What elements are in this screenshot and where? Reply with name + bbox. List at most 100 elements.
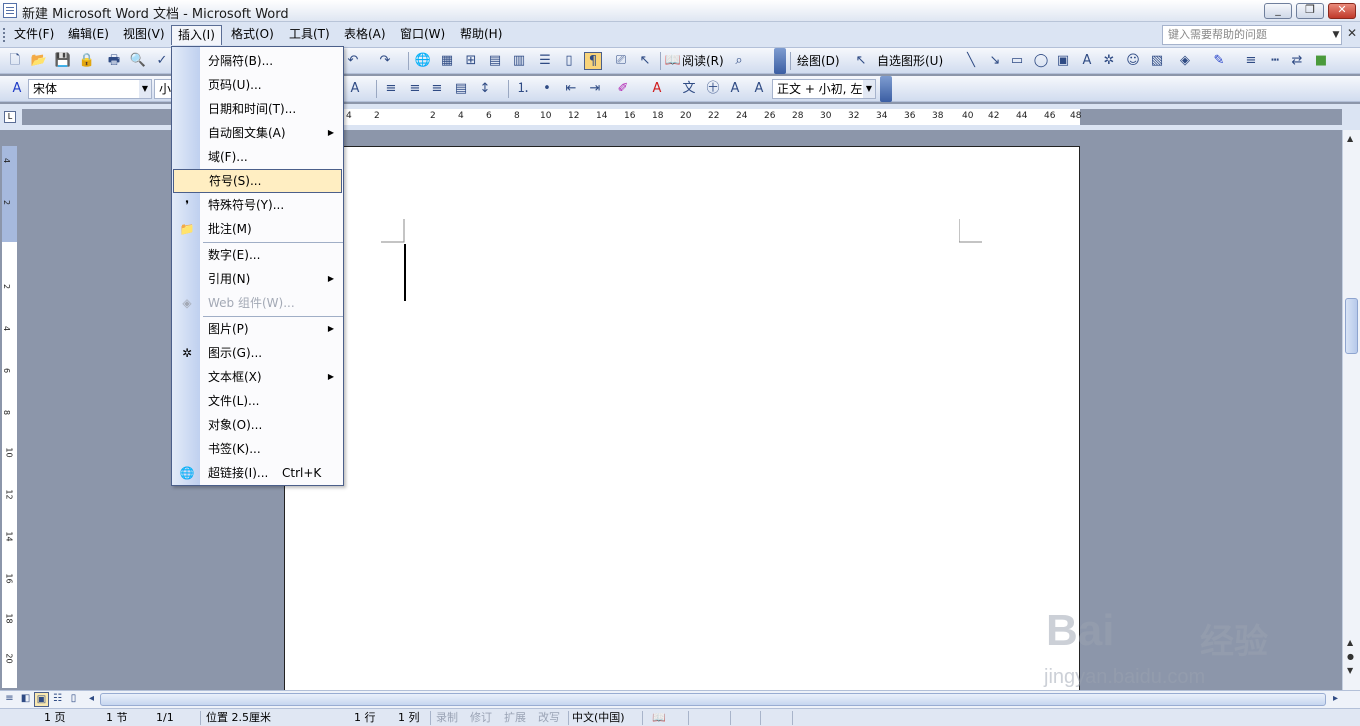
insert-menu-item[interactable]: 自动图文集(A) ▶ <box>173 121 342 145</box>
scroll-up-icon[interactable]: ▲ <box>1347 638 1353 647</box>
grow-font-icon[interactable]: A <box>726 80 744 98</box>
toolbar-options-icon[interactable] <box>774 48 786 74</box>
chevron-down-icon[interactable]: ▼ <box>863 80 875 98</box>
status-track[interactable]: 修订 <box>470 711 492 725</box>
menu-help[interactable]: 帮助(H) <box>454 25 508 45</box>
wordart-icon[interactable]: A <box>1078 52 1096 70</box>
vertical-scrollbar[interactable]: ▲ ▲ ● ▼ <box>1342 130 1360 690</box>
status-record[interactable]: 录制 <box>436 711 458 725</box>
insert-menu-item[interactable]: 分隔符(B)... <box>173 49 342 73</box>
justify-icon[interactable]: ▤ <box>452 80 470 98</box>
document-page[interactable] <box>284 146 1080 706</box>
insert-menu-item[interactable]: 符号(S)... <box>173 169 342 193</box>
doc-close-icon[interactable]: ✕ <box>1347 26 1357 40</box>
menu-window[interactable]: 窗口(W) <box>394 25 451 45</box>
open-icon[interactable]: 📂 <box>30 52 48 70</box>
phonetic-guide-icon[interactable]: 文 <box>680 80 698 98</box>
insert-hyperlink-icon[interactable]: 🌐 <box>414 52 432 70</box>
insert-menu-item[interactable]: 文件(L)... <box>173 389 342 413</box>
zoom-icon[interactable]: ⎚ <box>612 52 630 70</box>
insert-menu-item[interactable]: 文本框(X) ▶ <box>173 365 342 389</box>
fill-color-icon[interactable]: ◈ <box>1176 52 1194 70</box>
insert-menu-item[interactable]: 📁 批注(M) <box>173 217 342 241</box>
styles-icon[interactable]: A <box>8 80 26 98</box>
tables-borders-icon[interactable]: ▦ <box>438 52 456 70</box>
oval-tool-icon[interactable]: ◯ <box>1032 52 1050 70</box>
insert-menu-item[interactable]: 对象(O)... <box>173 413 342 437</box>
numbering-icon[interactable]: ⒈ <box>514 80 532 98</box>
dash-style-icon[interactable]: ┅ <box>1266 52 1284 70</box>
style-combo[interactable]: 正文 + 小初, 左, ▼ <box>772 79 876 99</box>
read-button-label[interactable]: 阅读(R) <box>682 53 724 69</box>
align-center-icon[interactable]: ≡ <box>406 80 424 98</box>
insert-menu-item[interactable]: 引用(N) ▶ <box>173 267 342 291</box>
browse-object-icon[interactable]: ● <box>1347 652 1354 661</box>
help-pointer-icon[interactable]: ↖ <box>636 52 654 70</box>
menu-table[interactable]: 表格(A) <box>338 25 392 45</box>
read-mode-icon[interactable]: 📖 <box>664 52 682 70</box>
insert-picture-icon[interactable]: ▧ <box>1148 52 1166 70</box>
insert-table-icon[interactable]: ⊞ <box>462 52 480 70</box>
insert-menu-item[interactable]: 页码(U)... <box>173 73 342 97</box>
web-view-icon[interactable]: ◧ <box>18 692 33 707</box>
normal-view-icon[interactable]: ≡ <box>2 692 17 707</box>
font-name-combo[interactable]: 宋体 ▼ <box>28 79 152 99</box>
menu-file[interactable]: 文件(F) <box>8 25 60 45</box>
insert-menu-item[interactable]: 数字(E)... <box>173 243 342 267</box>
menu-view[interactable]: 视图(V) <box>117 25 171 45</box>
reading-view-icon[interactable]: ▯ <box>66 692 81 707</box>
textbox-tool-icon[interactable]: ▣ <box>1054 52 1072 70</box>
rectangle-tool-icon[interactable]: ▭ <box>1008 52 1026 70</box>
clipart-icon[interactable]: ☺ <box>1124 52 1142 70</box>
shrink-font-icon[interactable]: A <box>750 80 768 98</box>
menubar-grip[interactable] <box>3 28 5 42</box>
drawing-toggle-icon[interactable]: ☰ <box>536 52 554 70</box>
font-color-icon[interactable]: A <box>648 80 666 98</box>
highlight-icon[interactable]: ✐ <box>614 80 632 98</box>
character-scale-icon[interactable]: A <box>346 80 364 98</box>
spelling-status-icon[interactable]: 📖 <box>652 711 666 725</box>
draw-menu-button[interactable]: 绘图(D) <box>797 53 840 69</box>
line-color-icon[interactable]: ✎ <box>1210 52 1228 70</box>
bullets-icon[interactable]: • <box>538 80 556 98</box>
scroll-down-icon[interactable]: ▼ <box>1347 666 1353 675</box>
minimize-button[interactable]: _ <box>1264 3 1292 19</box>
show-hide-icon[interactable]: ¶ <box>584 52 602 70</box>
spelling-icon[interactable]: ✓ <box>153 52 171 70</box>
autoshapes-button[interactable]: 自选图形(U) <box>877 53 943 69</box>
vertical-ruler[interactable]: 4 2 2 4 6 8 10 12 14 16 18 20 <box>2 146 17 688</box>
undo-icon[interactable]: ↶ <box>344 52 362 70</box>
horizontal-scroll-thumb[interactable] <box>100 693 1326 706</box>
columns-icon[interactable]: ▥ <box>510 52 528 70</box>
enclose-character-icon[interactable]: ㊉ <box>704 80 722 98</box>
select-objects-icon[interactable]: ↖ <box>852 52 870 70</box>
save-icon[interactable]: 💾 <box>54 52 72 70</box>
arrow-style-icon[interactable]: ⇄ <box>1288 52 1306 70</box>
redo-icon[interactable]: ↷ <box>376 52 394 70</box>
research-icon[interactable]: ⌕ <box>730 52 748 70</box>
insert-menu-item[interactable]: ❜ 特殊符号(Y)... <box>173 193 342 217</box>
align-left-icon[interactable]: ≡ <box>382 80 400 98</box>
new-document-icon[interactable]: 🗋 <box>6 52 24 70</box>
scroll-up-icon[interactable]: ▲ <box>1347 134 1353 143</box>
insert-menu-item[interactable]: 🌐 超链接(I)... Ctrl+K <box>173 461 342 485</box>
permission-icon[interactable]: 🔒 <box>78 52 96 70</box>
print-icon[interactable]: 🖶 <box>105 52 123 70</box>
increase-indent-icon[interactable]: ⇥ <box>586 80 604 98</box>
insert-menu-item[interactable]: 日期和时间(T)... <box>173 97 342 121</box>
print-layout-icon[interactable]: ▣ <box>34 692 49 707</box>
status-overtype[interactable]: 改写 <box>538 711 560 725</box>
help-dropdown-icon[interactable]: ▼ <box>1329 25 1343 45</box>
insert-menu-item[interactable]: 书签(K)... <box>173 437 342 461</box>
outline-view-icon[interactable]: ☷ <box>50 692 65 707</box>
menu-format[interactable]: 格式(O) <box>225 25 280 45</box>
insert-menu-item[interactable]: ✲ 图示(G)... <box>173 341 342 365</box>
shadow-style-icon[interactable]: ■ <box>1312 52 1330 70</box>
status-extend[interactable]: 扩展 <box>504 711 526 725</box>
tab-selector-icon[interactable]: L <box>4 111 16 123</box>
print-preview-icon[interactable]: 🔍 <box>129 52 147 70</box>
insert-menu-item[interactable]: 域(F)... <box>173 145 342 169</box>
menu-tools[interactable]: 工具(T) <box>283 25 336 45</box>
document-map-icon[interactable]: ▯ <box>560 52 578 70</box>
line-style-icon[interactable]: ≡ <box>1242 52 1260 70</box>
